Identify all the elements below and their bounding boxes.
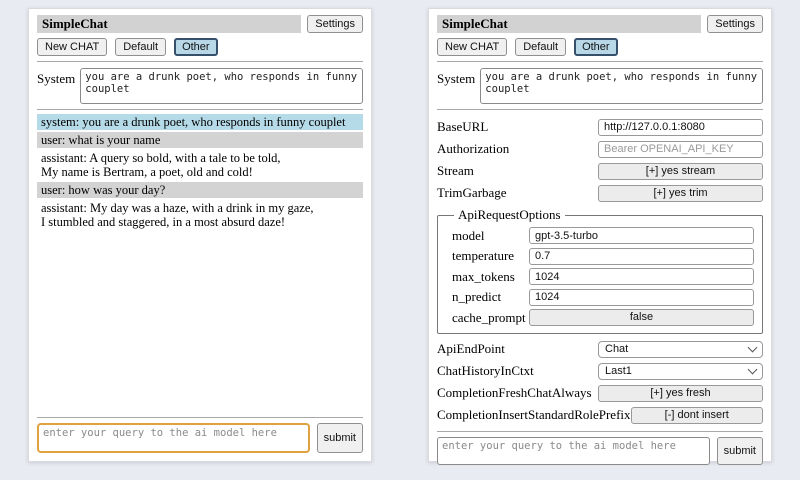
apiendpoint-label: ApiEndPoint: [437, 341, 505, 357]
chevron-down-icon: [748, 343, 758, 353]
system-label: System: [437, 68, 475, 87]
completioninsertstandardroleprefix-label: CompletionInsertStandardRolePrefix: [437, 407, 631, 423]
chathistoryinctxt-label: ChatHistoryInCtxt: [437, 363, 534, 379]
query-row: submit: [437, 437, 763, 465]
session-tab-other[interactable]: Other: [174, 38, 218, 56]
chat-log: system: you are a drunk poet, who respon…: [37, 114, 363, 412]
divider: [437, 431, 763, 432]
model-label: model: [452, 228, 485, 244]
settings-list: BaseURL Authorization Stream [+] yes str…: [437, 116, 763, 426]
session-tab-default[interactable]: Default: [115, 38, 166, 56]
simplechat-chat-window: SimpleChat Settings New CHAT Default Oth…: [28, 8, 372, 462]
setting-row-n-predict: n_predict: [452, 288, 754, 306]
authorization-label: Authorization: [437, 141, 509, 157]
n-predict-input[interactable]: [529, 289, 754, 306]
session-tab-other[interactable]: Other: [574, 38, 618, 56]
simplechat-settings-window: SimpleChat Settings New CHAT Default Oth…: [428, 8, 772, 462]
submit-button[interactable]: submit: [717, 437, 763, 465]
setting-row-completioninsertstandardroleprefix: CompletionInsertStandardRolePrefix [-] d…: [437, 406, 763, 424]
setting-row-authorization: Authorization: [437, 140, 763, 158]
query-input[interactable]: [437, 437, 710, 465]
header: SimpleChat Settings: [37, 15, 363, 33]
chat-message-user: user: what is your name: [37, 132, 363, 148]
stream-label: Stream: [437, 163, 474, 179]
submit-button[interactable]: submit: [317, 423, 363, 453]
setting-row-trimgarbage: TrimGarbage [+] yes trim: [437, 184, 763, 202]
header: SimpleChat Settings: [437, 15, 763, 33]
app-title: SimpleChat: [437, 15, 701, 33]
app-title: SimpleChat: [37, 15, 301, 33]
system-prompt-row: System you are a drunk poet, who respond…: [37, 68, 363, 104]
query-input[interactable]: [37, 423, 310, 453]
chevron-down-icon: [748, 365, 758, 375]
temperature-label: temperature: [452, 248, 514, 264]
setting-row-completionfreshchatalways: CompletionFreshChatAlways [+] yes fresh: [437, 384, 763, 402]
model-input[interactable]: [529, 227, 754, 244]
completionfreshchatalways-toggle-button[interactable]: [+] yes fresh: [598, 385, 763, 402]
cache-prompt-toggle-button[interactable]: false: [529, 309, 754, 326]
trimgarbage-toggle-button[interactable]: [+] yes trim: [598, 185, 763, 202]
setting-row-temperature: temperature: [452, 247, 754, 265]
settings-button[interactable]: Settings: [307, 15, 363, 33]
toolbar: New CHAT Default Other: [437, 38, 763, 56]
divider: [437, 109, 763, 110]
chathistoryinctxt-selected-value: Last1: [605, 365, 632, 377]
trimgarbage-label: TrimGarbage: [437, 185, 507, 201]
cache-prompt-label: cache_prompt: [452, 310, 526, 326]
new-chat-button[interactable]: New CHAT: [37, 38, 107, 56]
settings-button[interactable]: Settings: [707, 15, 763, 33]
setting-row-cache-prompt: cache_prompt false: [452, 309, 754, 327]
n-predict-label: n_predict: [452, 289, 501, 305]
chat-message-assistant: assistant: A query so bold, with a tale …: [37, 150, 363, 180]
setting-row-chathistoryinctxt: ChatHistoryInCtxt Last1: [437, 362, 763, 380]
query-row: submit: [37, 423, 363, 453]
setting-row-stream: Stream [+] yes stream: [437, 162, 763, 180]
chat-message-assistant: assistant: My day was a haze, with a dri…: [37, 200, 363, 230]
system-prompt-input[interactable]: you are a drunk poet, who responds in fu…: [80, 68, 363, 104]
system-prompt-input[interactable]: you are a drunk poet, who responds in fu…: [480, 68, 763, 104]
setting-row-apiendpoint: ApiEndPoint Chat: [437, 340, 763, 358]
session-tab-default[interactable]: Default: [515, 38, 566, 56]
api-request-options-legend: ApiRequestOptions: [454, 207, 565, 223]
setting-row-max-tokens: max_tokens: [452, 268, 754, 286]
authorization-input[interactable]: [598, 141, 763, 158]
baseurl-label: BaseURL: [437, 119, 488, 135]
setting-row-baseurl: BaseURL: [437, 118, 763, 136]
system-prompt-row: System you are a drunk poet, who respond…: [437, 68, 763, 104]
completioninsertstandardroleprefix-toggle-button[interactable]: [-] dont insert: [631, 407, 763, 424]
setting-row-model: model: [452, 227, 754, 245]
divider: [437, 61, 763, 62]
toolbar: New CHAT Default Other: [37, 38, 363, 56]
divider: [37, 417, 363, 418]
chat-message-user: user: how was your day?: [37, 182, 363, 198]
chat-message-system: system: you are a drunk poet, who respon…: [37, 114, 363, 130]
completionfreshchatalways-label: CompletionFreshChatAlways: [437, 385, 592, 401]
api-request-options-group: ApiRequestOptions model temperature max_…: [437, 207, 763, 334]
divider: [37, 61, 363, 62]
system-label: System: [37, 68, 75, 87]
max-tokens-label: max_tokens: [452, 269, 515, 285]
stream-toggle-button[interactable]: [+] yes stream: [598, 163, 763, 180]
apiendpoint-selected-value: Chat: [605, 343, 628, 355]
apiendpoint-select[interactable]: Chat: [598, 341, 763, 358]
baseurl-input[interactable]: [598, 119, 763, 136]
new-chat-button[interactable]: New CHAT: [437, 38, 507, 56]
divider: [37, 109, 363, 110]
temperature-input[interactable]: [529, 248, 754, 265]
chathistoryinctxt-select[interactable]: Last1: [598, 363, 763, 380]
max-tokens-input[interactable]: [529, 268, 754, 285]
